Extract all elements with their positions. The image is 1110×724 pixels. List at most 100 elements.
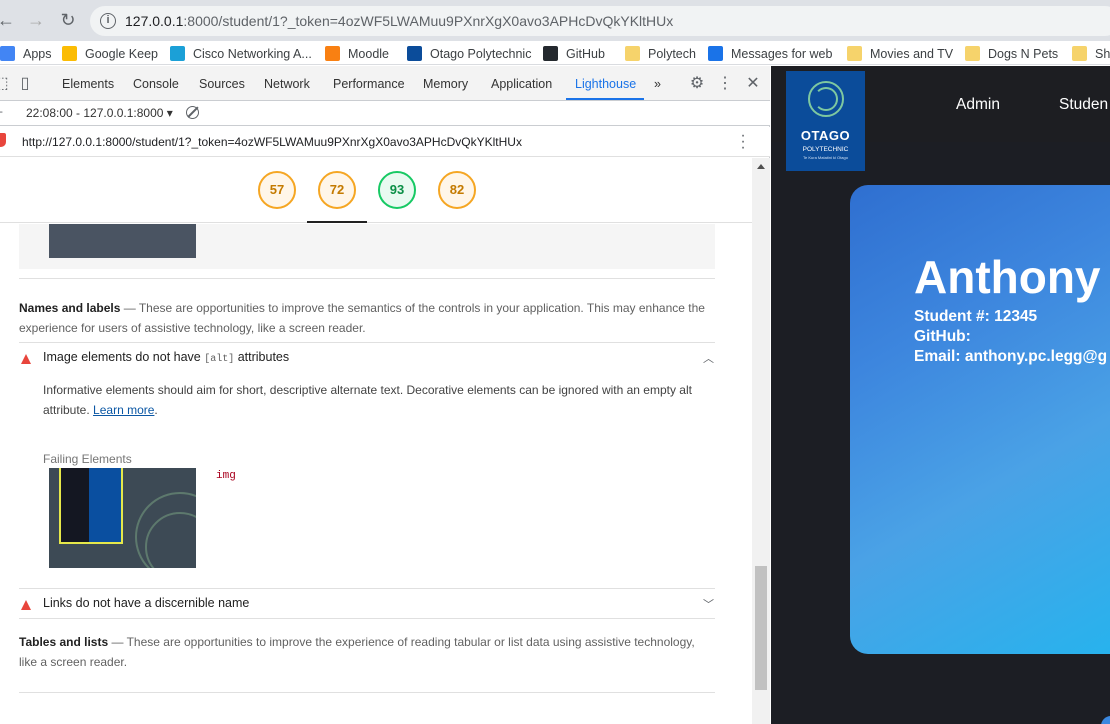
bookmark-item[interactable]: Sho — [1072, 45, 1110, 62]
audit-image-alt-description: Informative elements should aim for shor… — [43, 380, 708, 420]
best-practices-score-gauge[interactable]: 93 — [378, 171, 416, 209]
audit-image-alt-title[interactable]: Image elements do not have [alt] attribu… — [43, 350, 289, 365]
bookmark-item[interactable]: Cisco Networking A... — [170, 45, 312, 62]
bookmark-label: Movies and TV — [870, 46, 954, 61]
bookmark-label: Cisco Networking A... — [193, 46, 312, 61]
bookmark-label: Google Keep — [85, 46, 158, 61]
bookmark-item[interactable]: Dogs N Pets — [965, 45, 1058, 62]
device-toolbar-icon[interactable]: ▯ — [16, 75, 34, 93]
nav-link-admin[interactable]: Admin — [956, 96, 1000, 114]
bookmark-icon — [1072, 46, 1087, 61]
chevron-down-icon[interactable]: ﹀ — [703, 596, 714, 612]
bookmark-item[interactable]: Messages for web — [708, 45, 832, 62]
bookmark-icon — [170, 46, 185, 61]
dropdown-arrow-icon: ▾ — [166, 106, 173, 120]
student-name: Anthony — [914, 251, 1101, 303]
more-tabs-button[interactable]: » — [654, 77, 661, 91]
browser-toolbar: ← → ↻ i 127.0.0.1:8000/student/1?_token=… — [0, 0, 1110, 41]
active-gauge-indicator — [307, 221, 367, 223]
score-gauges: 57 72 93 82 — [0, 158, 752, 223]
otago-logo[interactable]: OTAGO POLYTECHNIC Te Kura Matatini ki Ot… — [786, 71, 865, 171]
bookmark-label: Dogs N Pets — [988, 46, 1059, 61]
back-icon[interactable]: ← — [0, 8, 18, 32]
devtools-panel: ⬚ ▯ Elements Console Sources Network Perform… — [0, 66, 770, 724]
tab-memory[interactable]: Memory — [423, 77, 468, 91]
student-number: Student #: 12345 — [914, 308, 1038, 325]
thumb-highlight-outline — [59, 468, 123, 544]
bookmark-label: Apps — [23, 46, 52, 61]
report-url: http://127.0.0.1:8000/student/1?_token=4… — [22, 135, 522, 149]
bookmark-item[interactable]: Polytech — [625, 45, 696, 62]
bookmark-item[interactable]: Google Keep — [62, 45, 158, 62]
tab-lighthouse[interactable]: Lighthouse — [575, 77, 636, 91]
bookmark-icon — [965, 46, 980, 61]
bookmark-icon — [543, 46, 558, 61]
bookmark-item[interactable]: Moodle — [325, 45, 389, 62]
chevron-up-icon[interactable]: ︿ — [703, 350, 714, 366]
floating-button[interactable] — [1101, 716, 1110, 724]
fail-triangle-icon — [21, 600, 31, 610]
divider — [19, 618, 715, 619]
scroll-up-icon[interactable] — [757, 164, 765, 169]
reload-icon[interactable]: ↻ — [56, 8, 80, 32]
tab-performance[interactable]: Performance — [333, 77, 405, 91]
more-options-icon[interactable]: ⋮ — [716, 75, 734, 93]
forward-icon[interactable]: → — [24, 8, 48, 32]
student-email: Email: anthony.pc.legg@g — [914, 348, 1108, 365]
accessibility-score-gauge[interactable]: 72 — [318, 171, 356, 209]
seo-score-gauge[interactable]: 82 — [438, 171, 476, 209]
tab-network[interactable]: Network — [264, 77, 310, 91]
close-devtools-icon[interactable]: ✕ — [744, 75, 762, 93]
bookmark-item[interactable]: Movies and TV — [847, 45, 953, 62]
report-menu-icon[interactable]: · · · — [737, 128, 749, 156]
tab-elements[interactable]: Elements — [62, 77, 114, 91]
audit-link-name-title[interactable]: Links do not have a discernible name — [43, 596, 249, 610]
scrollbar-thumb[interactable] — [755, 566, 767, 690]
bookmark-label: Polytech — [648, 46, 696, 61]
bookmark-item[interactable]: Otago Polytechnic — [407, 45, 531, 62]
logo-subtitle: POLYTECHNIC — [802, 146, 849, 153]
logo-name: OTAGO — [800, 128, 851, 143]
tab-console[interactable]: Console — [133, 77, 179, 91]
report-selector[interactable]: 22:08:00 - 127.0.0.1:8000 ▾ — [26, 106, 173, 120]
tab-sources[interactable]: Sources — [199, 77, 245, 91]
group-description: — These are opportunities to improve the… — [19, 301, 705, 335]
bookmark-label: Moodle — [348, 46, 389, 61]
divider — [19, 588, 715, 589]
nav-link-students[interactable]: Studen — [1059, 96, 1108, 114]
active-tab-indicator — [566, 98, 644, 100]
student-profile-card: Anthony Student #: 12345 GitHub: Email: … — [850, 185, 1110, 654]
bookmark-icon — [325, 46, 340, 61]
divider — [19, 278, 715, 279]
report-scrollbar[interactable] — [752, 158, 770, 724]
audit-title-text-end: attributes — [234, 350, 290, 364]
address-bar[interactable]: i 127.0.0.1:8000/student/1?_token=4ozWF5… — [90, 6, 1110, 36]
bookmark-item[interactable]: Apps — [0, 45, 52, 62]
web-page-viewport: Admin Studen OTAGO POLYTECHNIC Te Kura M… — [771, 66, 1110, 724]
lighthouse-report: 57 72 93 82 Names and labels — These are… — [0, 158, 752, 724]
settings-gear-icon[interactable]: ⚙ — [688, 75, 706, 93]
clear-reports-icon[interactable] — [186, 106, 199, 119]
learn-more-link[interactable]: Learn more — [93, 403, 154, 417]
bookmark-icon — [708, 46, 723, 61]
site-info-icon[interactable]: i — [100, 13, 116, 29]
logo-tagline: Te Kura Matatini ki Otago — [803, 155, 848, 160]
bookmark-icon — [0, 46, 15, 61]
address-url[interactable]: 127.0.0.1:8000/student/1?_token=4ozWF5LW… — [125, 13, 673, 29]
failing-elements-label: Failing Elements — [43, 452, 132, 466]
bookmarks-bar: Apps Google Keep Cisco Networking A... Mood… — [0, 41, 1110, 65]
add-report-icon[interactable]: + — [0, 105, 3, 119]
bookmark-icon — [407, 46, 422, 61]
bookmark-item[interactable]: GitHub — [543, 45, 605, 62]
divider — [19, 342, 715, 343]
tab-application[interactable]: Application — [491, 77, 552, 91]
report-selector-label: 22:08:00 - 127.0.0.1:8000 — [26, 106, 164, 120]
inspect-element-icon[interactable]: ⬚ — [0, 75, 10, 93]
group-title: Names and labels — [19, 301, 121, 315]
failing-node-snippet[interactable]: img — [216, 470, 236, 482]
bookmark-label: Otago Polytechnic — [430, 46, 532, 61]
bookmark-icon — [847, 46, 862, 61]
tables-lists-group-header: Tables and lists — These are opportuniti… — [19, 632, 709, 672]
lighthouse-toolbar: + 22:08:00 - 127.0.0.1:8000 ▾ — [0, 101, 770, 126]
performance-score-gauge[interactable]: 57 — [258, 171, 296, 209]
